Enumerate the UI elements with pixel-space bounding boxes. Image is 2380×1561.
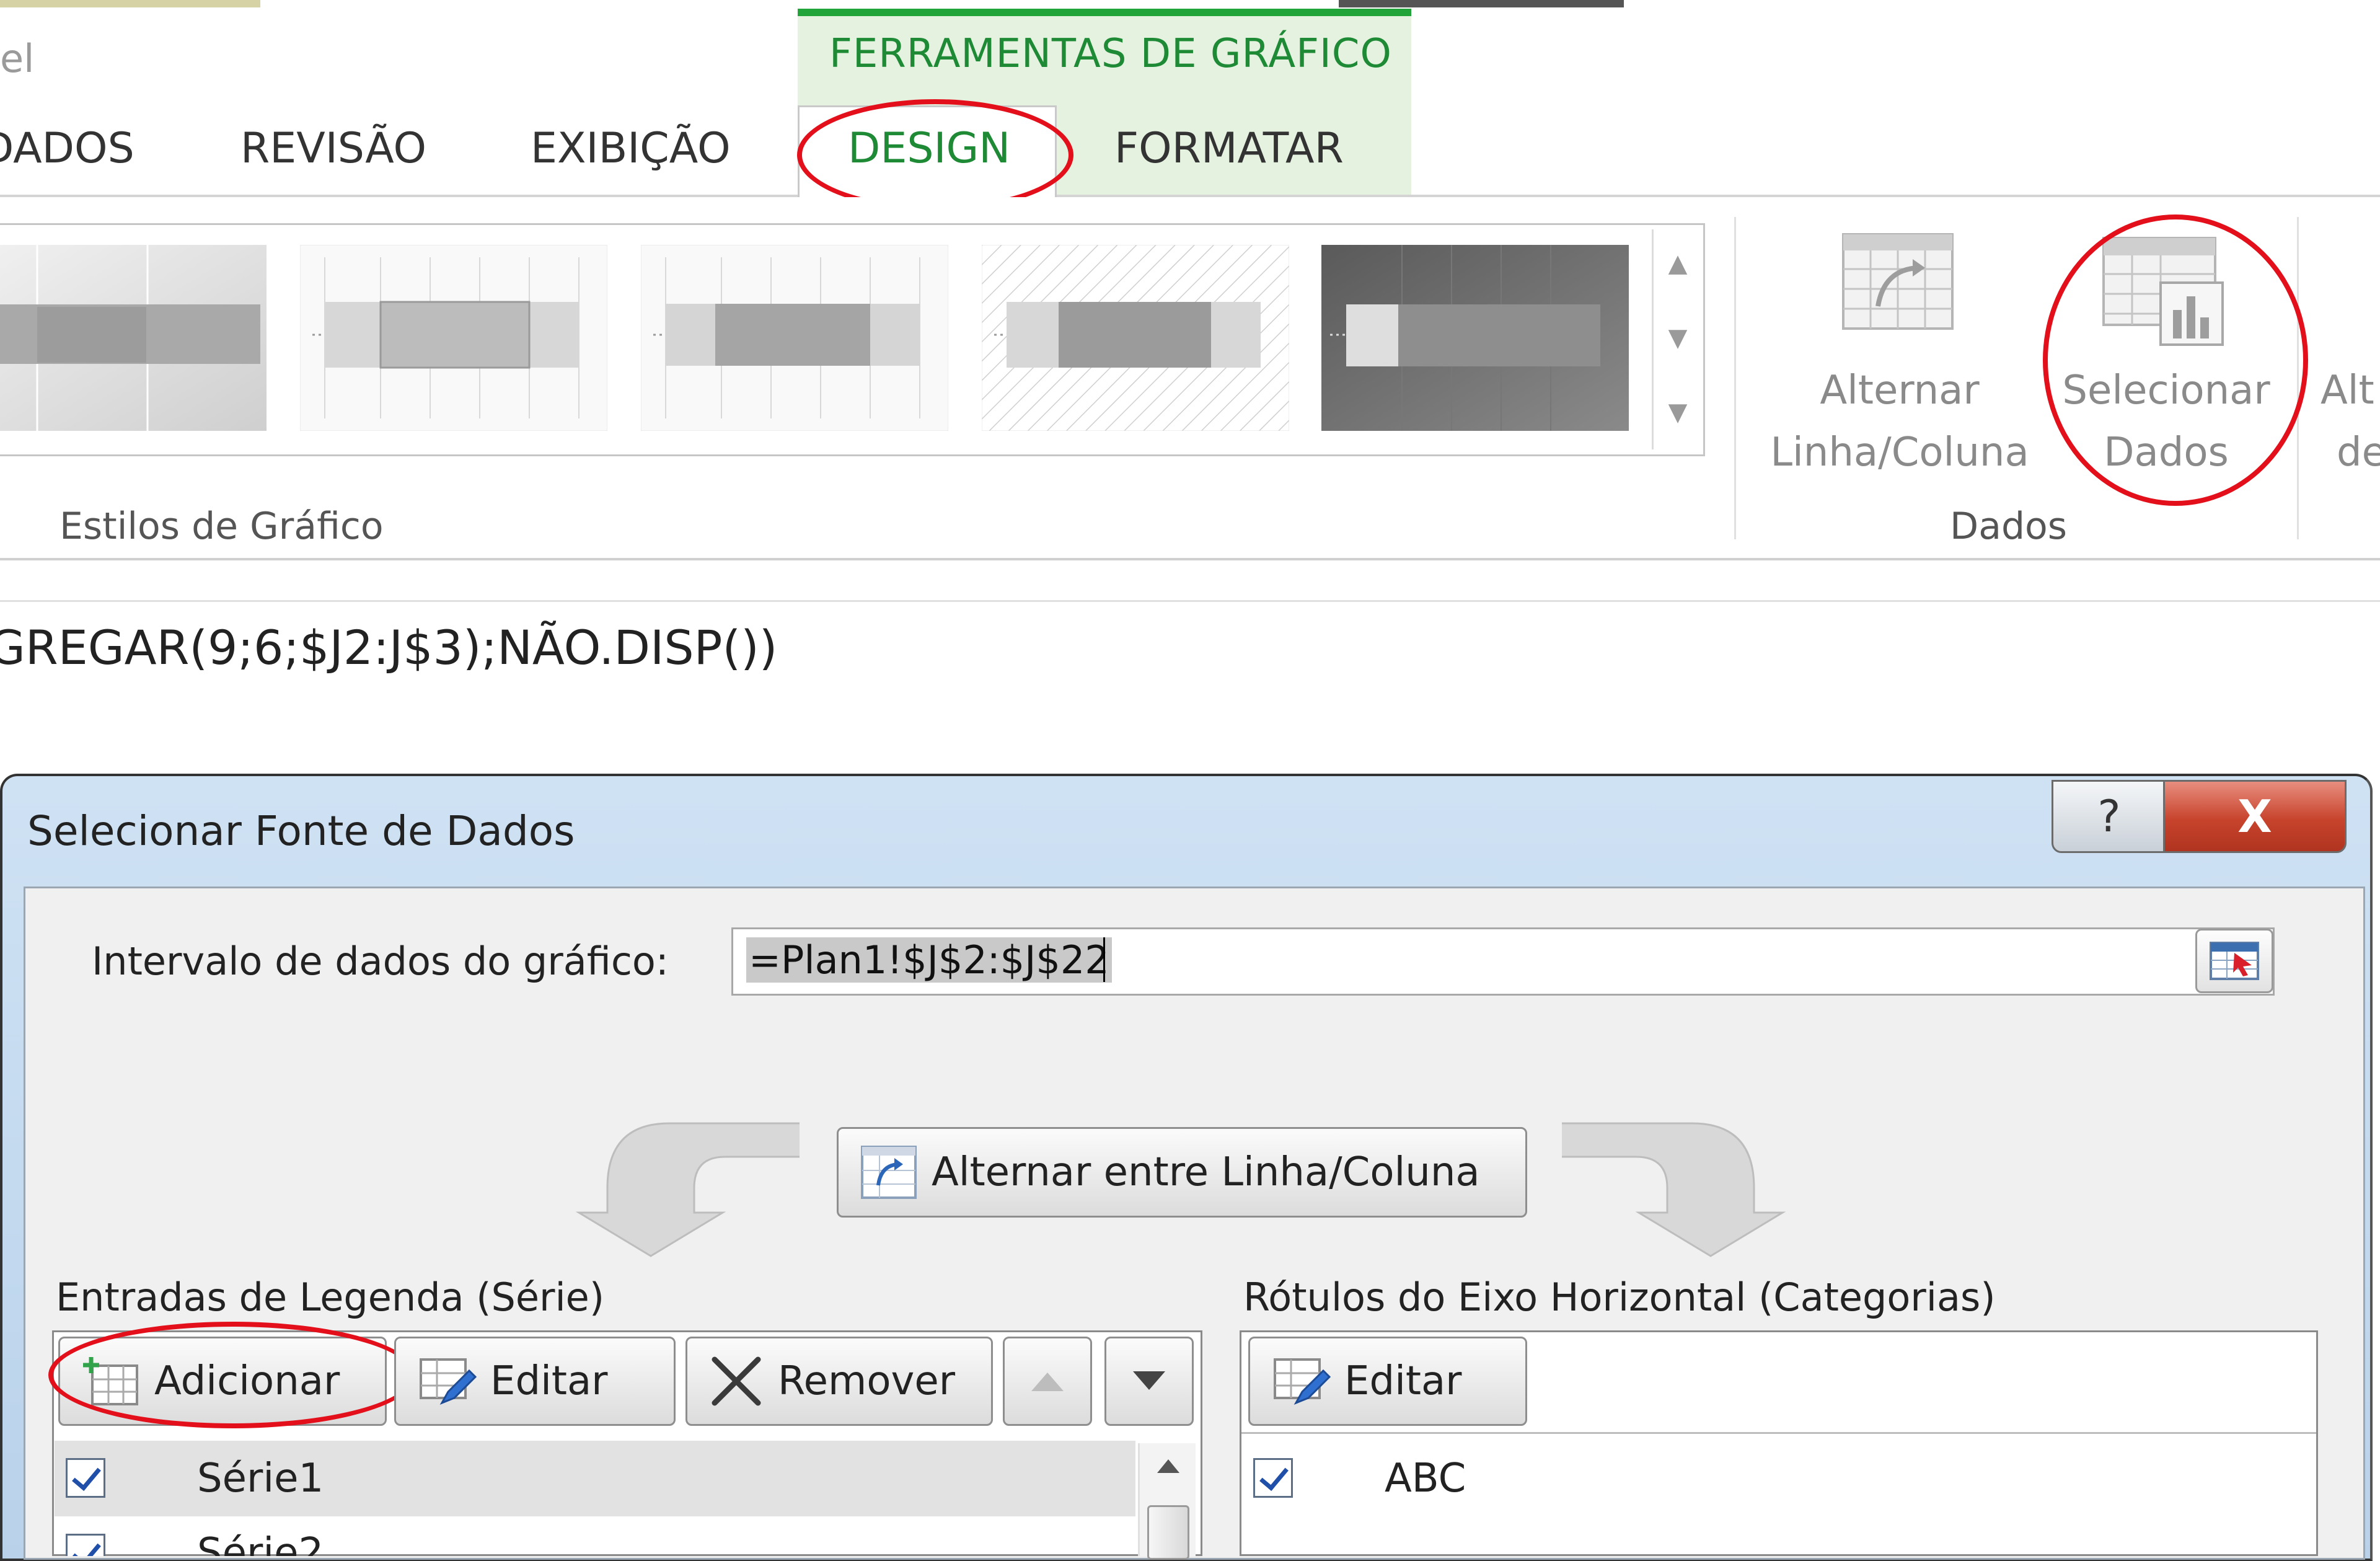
ribbon-bottom-border — [0, 558, 2380, 560]
add-series-button[interactable]: Adicionar — [58, 1337, 387, 1426]
switch-row-column-icon — [1842, 233, 1954, 330]
gallery-up-button[interactable]: ▲ — [1654, 229, 1702, 298]
tab-dados[interactable]: DADOS — [0, 124, 134, 173]
list-item[interactable]: Série1 — [55, 1441, 1135, 1516]
help-button[interactable]: ? — [2052, 780, 2167, 853]
category-checkbox[interactable] — [1253, 1458, 1293, 1498]
text-caret — [1103, 937, 1105, 982]
edit-icon — [420, 1358, 477, 1405]
curved-arrow-left-icon — [575, 1122, 800, 1257]
select-data-line1[interactable]: Selecionar — [2045, 360, 2287, 422]
close-icon: X — [2237, 790, 2272, 842]
strip-thumb-dark — [1339, 0, 1624, 7]
curved-arrow-right-icon — [1562, 1122, 1786, 1257]
axis-labels-title: Rótulos do Eixo Horizontal (Categorias) — [1243, 1275, 1996, 1320]
next-button-line2[interactable]: de — [2337, 422, 2380, 484]
strip-thumb — [0, 0, 260, 7]
edit-categories-label: Editar — [1344, 1358, 1462, 1404]
select-data-icon — [2102, 237, 2224, 346]
list-item[interactable]: ABC — [1242, 1441, 2314, 1516]
formula-bar-top — [0, 600, 2380, 602]
help-icon: ? — [2097, 791, 2121, 842]
edit-series-label: Editar — [490, 1358, 608, 1404]
remove-series-button[interactable]: Remover — [685, 1337, 993, 1426]
formula-bar-text[interactable]: GREGAR(9;6;$J2:J$3);NÃO.DISP()) — [0, 620, 777, 675]
edit-icon — [1274, 1358, 1331, 1405]
chart-tools-title: FERRAMENTAS DE GRÁFICO — [829, 31, 1392, 77]
list-item[interactable]: Série2 — [55, 1516, 1135, 1556]
data-group-label: Dados — [1950, 505, 2068, 548]
switch-row-column-button[interactable]: Alternar entre Linha/Coluna — [837, 1127, 1527, 1218]
collapse-range-icon — [2210, 942, 2259, 980]
tab-revisao[interactable]: REVISÃO — [240, 124, 426, 173]
range-value: =Plan1!$J$2:$J$22 — [746, 937, 1112, 983]
add-icon — [83, 1357, 138, 1405]
chart-style-5[interactable] — [1321, 245, 1629, 431]
legend-entries-title: Entradas de Legenda (Série) — [56, 1275, 605, 1320]
legend-scrollbar[interactable] — [1138, 1443, 1196, 1560]
edit-categories-button[interactable]: Editar — [1248, 1337, 1527, 1426]
chart-styles-group-label: Estilos de Gráfico — [60, 505, 384, 548]
series-label: Série2 — [197, 1530, 324, 1556]
dialog-title: Selecionar Fonte de Dados — [27, 807, 575, 855]
chart-style-4[interactable] — [982, 245, 1289, 431]
collapse-dialog-button[interactable] — [2195, 929, 2273, 993]
switch-row-column-icon — [861, 1146, 917, 1199]
tab-design-label: DESIGN — [848, 124, 1011, 173]
window-title: el — [0, 36, 35, 81]
group-separator — [2297, 217, 2299, 539]
tab-exibicao[interactable]: EXIBIÇÃO — [531, 124, 731, 173]
move-up-button[interactable] — [1003, 1337, 1092, 1426]
select-data-line2[interactable]: Dados — [2045, 422, 2287, 484]
switch-row-column-label: Alternar entre Linha/Coluna — [932, 1149, 1480, 1195]
arrow-down-icon — [1133, 1371, 1165, 1390]
series-checkbox[interactable] — [66, 1534, 105, 1556]
tab-formatar[interactable]: FORMATAR — [1114, 124, 1344, 173]
series-checkbox[interactable] — [66, 1458, 105, 1498]
gallery-more-button[interactable]: ▼ — [1654, 378, 1702, 446]
close-button[interactable]: X — [2163, 780, 2347, 853]
switch-row-column-line2[interactable]: Linha/Coluna — [1748, 422, 2052, 484]
next-button-line1[interactable]: Alt — [2320, 360, 2380, 422]
remove-series-label: Remover — [778, 1358, 956, 1404]
panel-divider — [1241, 1432, 2316, 1434]
remove-icon — [712, 1356, 761, 1406]
chart-style-2[interactable] — [300, 245, 607, 431]
move-down-button[interactable] — [1104, 1337, 1194, 1426]
arrow-up-icon — [1031, 1373, 1064, 1391]
group-separator — [1734, 217, 1736, 539]
gallery-down-button[interactable]: ▼ — [1654, 304, 1702, 372]
chart-style-1[interactable] — [0, 245, 267, 431]
switch-row-column-line1[interactable]: Alternar — [1748, 360, 2052, 422]
range-label: Intervalo de dados do gráfico: — [92, 939, 669, 984]
category-label: ABC — [1385, 1456, 1466, 1501]
scroll-up-icon[interactable] — [1156, 1458, 1181, 1474]
add-series-label: Adicionar — [154, 1358, 340, 1404]
series-label: Série1 — [197, 1456, 324, 1501]
chart-style-3[interactable] — [641, 245, 948, 431]
edit-series-button[interactable]: Editar — [394, 1337, 676, 1426]
top-strip — [0, 0, 2380, 9]
gallery-scrollbar: ▲ ▼ ▼ — [1652, 229, 1702, 449]
scroll-thumb[interactable] — [1147, 1505, 1189, 1560]
